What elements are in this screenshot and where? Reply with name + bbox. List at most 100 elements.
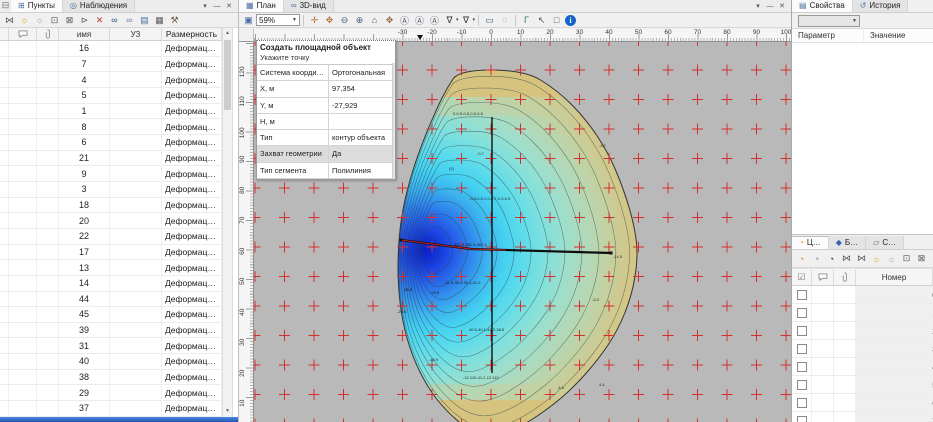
select-lasso-icon[interactable]: ◌ <box>498 14 511 27</box>
uz-cell[interactable] <box>110 88 162 103</box>
tab-наблюдения[interactable]: ◎Наблюдения <box>63 0 135 12</box>
table-row[interactable]: 3Деформац… <box>0 182 222 198</box>
table-row[interactable]: 31Деформац… <box>0 338 222 354</box>
table-row[interactable]: 38Деформац… <box>0 370 222 386</box>
filter-1-icon[interactable]: ∇ <box>443 14 456 27</box>
find-binoculars-icon[interactable]: ∞ <box>108 14 121 27</box>
dialog-scrollbar[interactable] <box>392 63 395 179</box>
bulb-on-icon[interactable]: ☼ <box>18 14 31 27</box>
dialog-field-value[interactable]: -27,929 <box>329 98 395 113</box>
dimension-cell[interactable]: Деформац… <box>162 72 222 87</box>
row-select-cell[interactable] <box>792 304 812 321</box>
row-select-cell[interactable] <box>792 358 812 375</box>
uz-cell[interactable] <box>110 135 162 150</box>
point-name-cell[interactable]: 8 <box>59 119 110 134</box>
row-select-cell[interactable] <box>792 322 812 339</box>
form-view-icon[interactable]: ▤ <box>138 14 151 27</box>
zoom-window-icon[interactable]: ✥ <box>383 14 396 27</box>
table-row[interactable]: 6Деформац… <box>0 135 222 151</box>
cycle-row[interactable]: 6 <box>792 394 933 412</box>
cycle-number-cell[interactable]: 6 <box>856 394 933 411</box>
pan-hand-realtime-icon[interactable]: ✥ <box>323 14 336 27</box>
uz-cell[interactable] <box>110 57 162 72</box>
cycle-row[interactable]: 3 <box>792 340 933 358</box>
uz-cell[interactable] <box>110 198 162 213</box>
dimension-cell[interactable]: Деформац… <box>162 198 222 213</box>
row-select-cell[interactable] <box>792 394 812 411</box>
dialog-row[interactable]: Система коорди…Ортогональная <box>257 65 395 81</box>
dialog-row[interactable]: Типконтур объекта <box>257 130 395 146</box>
point-name-cell[interactable]: 44 <box>59 292 110 307</box>
deselect-box-icon[interactable]: ⊠ <box>63 14 76 27</box>
row-checkbox[interactable] <box>797 344 807 354</box>
row-select-cell[interactable] <box>792 340 812 357</box>
filter-1-dropdown-icon[interactable]: ▾ <box>456 17 459 23</box>
row-checkbox[interactable] <box>797 380 807 390</box>
uz-cell[interactable] <box>110 370 162 385</box>
table-row[interactable]: 45Деформац… <box>0 307 222 323</box>
select-box-icon[interactable]: ⊡ <box>48 14 61 27</box>
uz-cell[interactable] <box>110 245 162 260</box>
delete-icon[interactable]: ✕ <box>93 14 106 27</box>
uz-cell[interactable] <box>110 151 162 166</box>
dimension-cell[interactable]: Деформац… <box>162 260 222 275</box>
cycle-number-cell[interactable]: 0 <box>856 286 933 303</box>
row-checkbox[interactable] <box>797 290 807 300</box>
dimension-cell[interactable]: Деформац… <box>162 151 222 166</box>
deselect-box-icon[interactable]: ⊠ <box>915 252 928 265</box>
dimension-cell[interactable]: Деформац… <box>162 307 222 322</box>
contour-rect-icon[interactable]: □ <box>550 14 563 27</box>
zoom-extents-icon[interactable]: ⌂ <box>368 14 381 27</box>
find-object-2-icon[interactable]: Ⓐ <box>413 14 426 27</box>
table-row[interactable]: 20Деформац… <box>0 213 222 229</box>
point-name-cell[interactable]: 14 <box>59 276 110 291</box>
table-row[interactable]: 39Деформац… <box>0 323 222 339</box>
dimension-cell[interactable]: Деформац… <box>162 182 222 197</box>
point-name-cell[interactable]: 13 <box>59 260 110 275</box>
fit-view-icon[interactable]: ▣ <box>242 14 255 27</box>
cycle-row[interactable]: 1 <box>792 304 933 322</box>
point-name-cell[interactable]: 29 <box>59 385 110 400</box>
pan-hand-icon[interactable]: ✛ <box>308 14 321 27</box>
table-row[interactable]: 29Деформац… <box>0 385 222 401</box>
table-row[interactable]: 1 Деформац… <box>0 104 222 120</box>
tab-план[interactable]: ▦План <box>239 0 284 12</box>
uz-cell[interactable] <box>110 276 162 291</box>
cycle-row[interactable]: 2 <box>792 322 933 340</box>
cycle-prev-icon[interactable]: ◔ <box>810 252 823 265</box>
column-header-number[interactable]: Номер <box>856 269 933 285</box>
tab-с[interactable]: ▱С… <box>866 236 904 249</box>
tab-3dвид[interactable]: ∞3D-вид <box>284 0 334 12</box>
cycle-current-icon[interactable]: ◔ <box>795 252 808 265</box>
panel-close-button[interactable]: ✕ <box>776 1 788 12</box>
table-row[interactable]: 14Деформац… <box>0 276 222 292</box>
dimension-cell[interactable]: Деформац… <box>162 166 222 181</box>
dimension-cell[interactable]: Деформац… <box>162 88 222 103</box>
ortho-corner-icon[interactable]: Γ <box>520 14 533 27</box>
point-name-cell[interactable]: 4 <box>59 72 110 87</box>
point-name-cell[interactable]: 1 <box>59 104 110 119</box>
cycle-number-cell[interactable]: 5 <box>856 376 933 393</box>
dimension-cell[interactable]: Деформац… <box>162 104 222 119</box>
comment-icon[interactable] <box>9 28 37 40</box>
table-row[interactable]: 22Деформац… <box>0 229 222 245</box>
table-row[interactable]: 21Деформац… <box>0 151 222 167</box>
dimension-cell[interactable]: Деформац… <box>162 292 222 307</box>
link-1-icon[interactable]: ⋈ <box>840 252 853 265</box>
cycle-row[interactable]: 7 <box>792 412 933 422</box>
dialog-field-value[interactable]: Полилиния <box>329 163 395 178</box>
dimension-cell[interactable]: Деформац… <box>162 229 222 244</box>
cycle-number-cell[interactable]: 1 <box>856 304 933 321</box>
row-checkbox[interactable] <box>797 416 807 422</box>
dialog-row[interactable]: Н, м <box>257 114 395 130</box>
find-settings-icon[interactable]: ∞ <box>123 14 136 27</box>
column-header-value[interactable]: Значение <box>864 29 905 42</box>
uz-cell[interactable] <box>110 119 162 134</box>
dimension-cell[interactable]: Деформац… <box>162 323 222 338</box>
table-row[interactable]: 5Деформац… <box>0 88 222 104</box>
row-checkbox[interactable] <box>797 398 807 408</box>
find-object-3-icon[interactable]: Ⓐ <box>428 14 441 27</box>
uz-cell[interactable] <box>110 385 162 400</box>
cycle-all-icon[interactable]: ◔ <box>825 252 838 265</box>
cycle-row[interactable]: 4 <box>792 358 933 376</box>
